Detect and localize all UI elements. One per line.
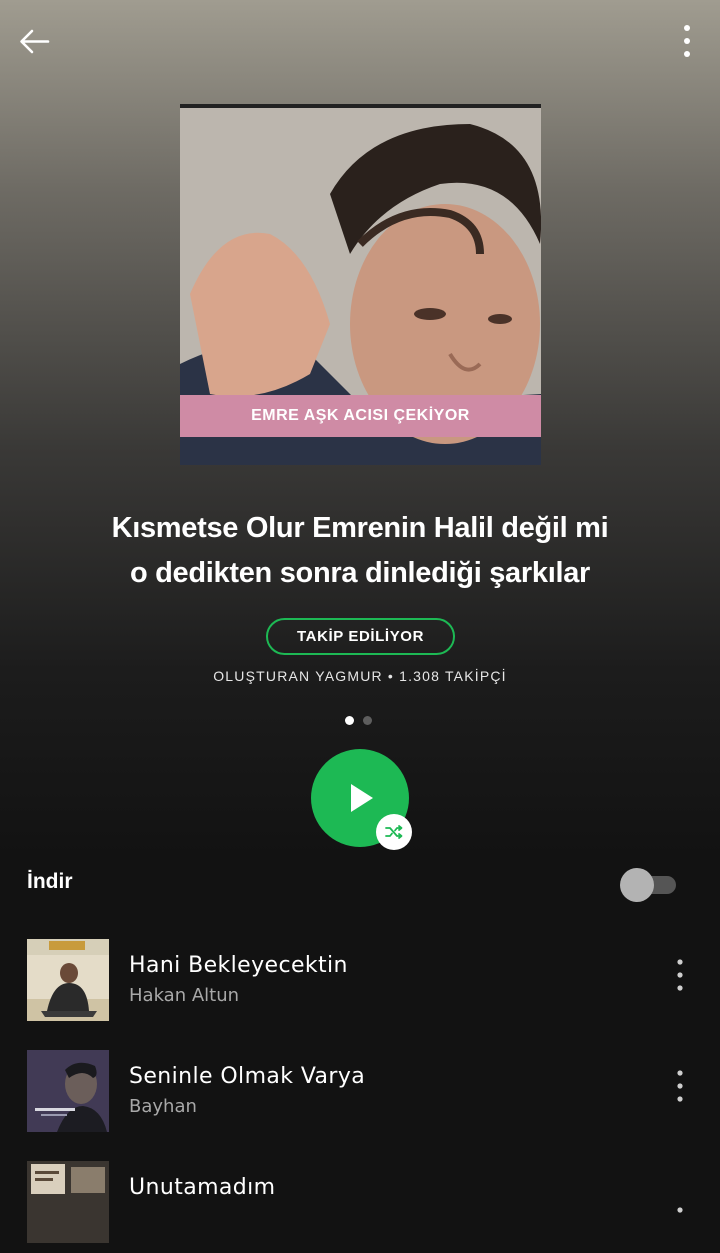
more-vertical-icon: [684, 25, 690, 57]
play-icon: [351, 784, 373, 812]
page-dot-2[interactable]: [363, 716, 372, 725]
playlist-title: Kısmetse Olur Emrenin Halil değil mi o d…: [60, 506, 660, 596]
more-vertical-icon: [677, 959, 683, 991]
cover-caption: EMRE AŞK ACISI ÇEKİYOR: [180, 395, 541, 437]
shuffle-button[interactable]: [376, 814, 412, 850]
owner-followers-text: OLUŞTURAN YAGMUR • 1.308 TAKİPÇİ: [213, 668, 507, 684]
track-row[interactable]: Seninle Olmak Varya Bayhan: [0, 1046, 720, 1142]
track-row[interactable]: Unutamadım: [0, 1157, 720, 1253]
track-artwork: [27, 1050, 109, 1132]
track-title: Unutamadım: [129, 1175, 276, 1200]
download-label: İndir: [27, 870, 73, 893]
track-title: Seninle Olmak Varya: [129, 1064, 366, 1089]
track-artwork-illustration: [27, 939, 109, 1021]
follow-button[interactable]: TAKİP EDİLİYOR: [266, 618, 455, 655]
more-vertical-icon: [677, 1207, 683, 1213]
track-artwork: [27, 1161, 109, 1243]
more-options-button[interactable]: [672, 20, 702, 64]
page-dot-1[interactable]: [345, 716, 354, 725]
track-more-button[interactable]: [665, 955, 695, 995]
back-button[interactable]: [14, 22, 58, 62]
playlist-title-line1: Kısmetse Olur Emrenin Halil değil mi: [111, 512, 609, 544]
track-artwork-illustration: [27, 1050, 109, 1132]
page-indicator[interactable]: [345, 716, 372, 725]
track-artwork-illustration: [27, 1161, 109, 1243]
arrow-left-icon: [20, 29, 50, 54]
track-artist: Hakan Altun: [129, 985, 240, 1006]
playlist-title-line2: o dedikten sonra dinlediği şarkılar: [129, 557, 591, 589]
track-artist: Bayhan: [129, 1096, 197, 1117]
toggle-knob: [620, 868, 654, 902]
track-more-button[interactable]: [665, 1177, 695, 1217]
track-more-button[interactable]: [665, 1066, 695, 1106]
shuffle-icon: [385, 825, 403, 839]
track-title: Hani Bekleyecektin: [129, 953, 348, 978]
playlist-cover-image: EMRE AŞK ACISI ÇEKİYOR: [180, 104, 541, 465]
track-row[interactable]: Hani Bekleyecektin Hakan Altun: [0, 935, 720, 1031]
more-vertical-icon: [677, 1070, 683, 1102]
download-toggle[interactable]: [620, 868, 676, 902]
track-artwork: [27, 939, 109, 1021]
